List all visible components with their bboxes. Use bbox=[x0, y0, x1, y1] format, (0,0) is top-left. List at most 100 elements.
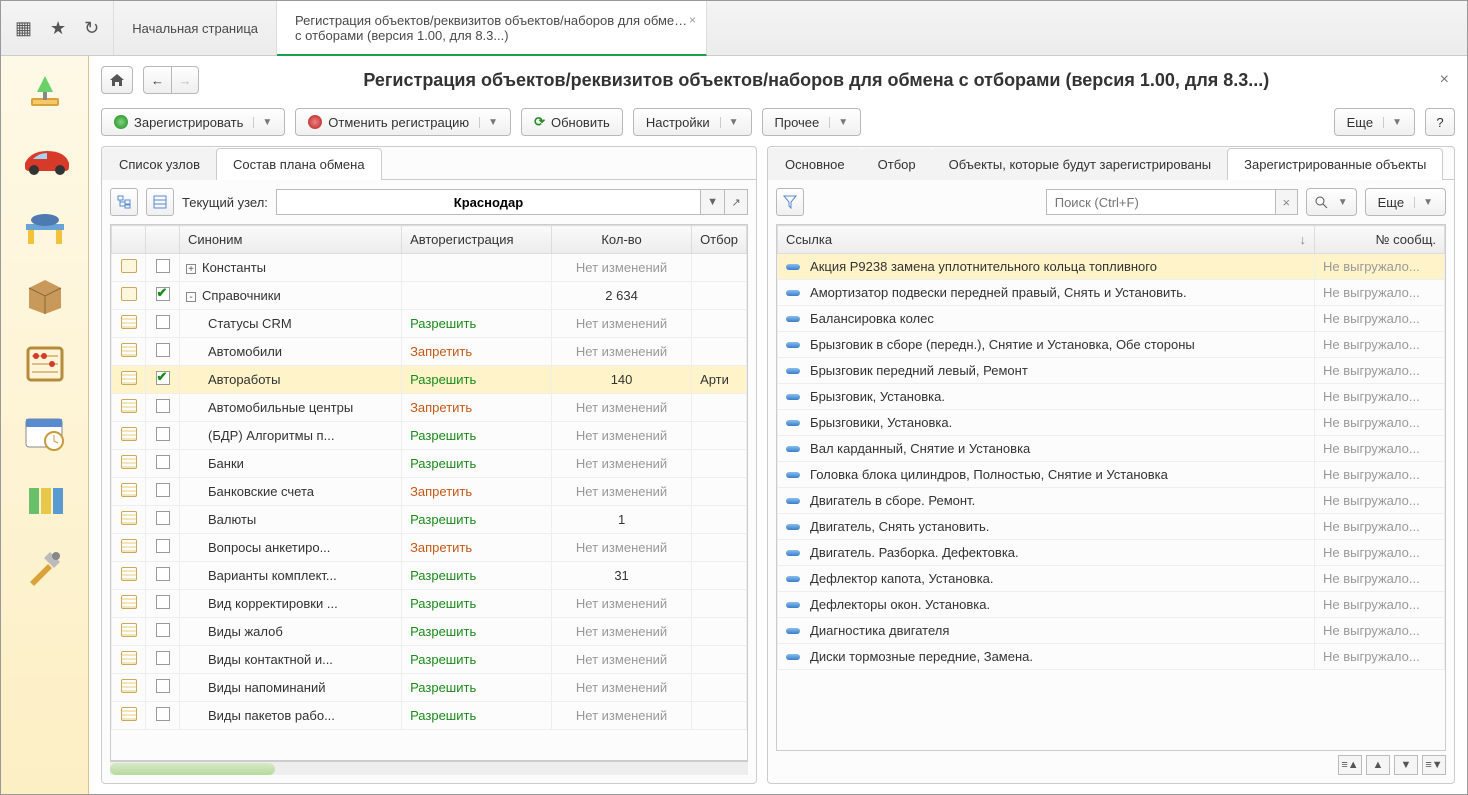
list-item[interactable]: Балансировка колесНе выгружало... bbox=[778, 306, 1445, 332]
tree-icon-button[interactable] bbox=[110, 188, 138, 216]
list-item[interactable]: Диагностика двигателяНе выгружало... bbox=[778, 618, 1445, 644]
table-row[interactable]: БанкиРазрешитьНет изменений bbox=[112, 450, 747, 478]
help-button[interactable]: ? bbox=[1425, 108, 1455, 136]
tab-to-register[interactable]: Объекты, которые будут зарегистрированы bbox=[932, 148, 1229, 180]
window-tab-active[interactable]: Регистрация объектов/реквизитов объектов… bbox=[277, 1, 707, 56]
page-down-button[interactable]: ▼ bbox=[1394, 755, 1418, 775]
list-item[interactable]: Брызговик в сборе (передн.), Снятие и Ус… bbox=[778, 332, 1445, 358]
table-row[interactable]: Виды пакетов рабо...РазрешитьНет изменен… bbox=[112, 702, 747, 730]
chevron-down-icon[interactable]: ▼ bbox=[1414, 197, 1433, 208]
table-row[interactable]: АвтоработыРазрешить140Арти bbox=[112, 366, 747, 394]
list-item[interactable]: Вал карданный, Снятие и УстановкаНе выгр… bbox=[778, 436, 1445, 462]
current-node-input[interactable] bbox=[276, 189, 700, 215]
page-first-button[interactable]: ≡▲ bbox=[1338, 755, 1362, 775]
col-msg[interactable]: № сообщ. bbox=[1315, 226, 1445, 254]
close-page-icon[interactable]: × bbox=[1434, 71, 1455, 89]
register-button[interactable]: Зарегистрировать ▼ bbox=[101, 108, 285, 136]
list-item[interactable]: Акция Р9238 замена уплотнительного кольц… bbox=[778, 254, 1445, 280]
chevron-down-icon[interactable]: ▼ bbox=[1383, 117, 1402, 128]
list-item[interactable]: Двигатель, Снять установить.Не выгружало… bbox=[778, 514, 1445, 540]
settings-button[interactable]: Настройки ▼ bbox=[633, 108, 752, 136]
search-menu-button[interactable]: ▼ bbox=[1306, 188, 1357, 216]
left-table-wrap[interactable]: Синоним Авторегистрация Кол-во Отбор +Ко… bbox=[110, 224, 748, 761]
list-item[interactable]: Амортизатор подвески передней правый, Сн… bbox=[778, 280, 1445, 306]
list-item[interactable]: Брызговик, Установка.Не выгружало... bbox=[778, 384, 1445, 410]
table-row[interactable]: Автомобильные центрыЗапретитьНет изменен… bbox=[112, 394, 747, 422]
clear-search-icon[interactable]: × bbox=[1276, 189, 1298, 215]
table-row[interactable]: Виды контактной и...РазрешитьНет изменен… bbox=[112, 646, 747, 674]
row-checkbox[interactable] bbox=[156, 259, 170, 273]
row-checkbox[interactable] bbox=[156, 399, 170, 413]
list-item[interactable]: Двигатель в сборе. Ремонт.Не выгружало..… bbox=[778, 488, 1445, 514]
col-link[interactable]: Ссылка↓ bbox=[778, 226, 1315, 254]
list-item[interactable]: Брызговики, Установка.Не выгружало... bbox=[778, 410, 1445, 436]
section-car-icon[interactable] bbox=[21, 138, 69, 182]
right-more-button[interactable]: Еще ▼ bbox=[1365, 188, 1446, 216]
table-row[interactable]: АвтомобилиЗапретитьНет изменений bbox=[112, 338, 747, 366]
back-button[interactable]: ← bbox=[143, 66, 171, 94]
star-icon[interactable]: ★ bbox=[50, 18, 66, 39]
row-checkbox[interactable] bbox=[156, 343, 170, 357]
chevron-down-icon[interactable]: ▼ bbox=[253, 117, 272, 128]
table-row[interactable]: Банковские счетаЗапретитьНет изменений bbox=[112, 478, 747, 506]
section-abacus-icon[interactable] bbox=[21, 342, 69, 386]
apps-grid-icon[interactable]: ▦ bbox=[15, 18, 32, 39]
table-row[interactable]: Вид корректировки ...РазрешитьНет измене… bbox=[112, 590, 747, 618]
section-tools-icon[interactable] bbox=[21, 546, 69, 590]
row-checkbox[interactable] bbox=[156, 679, 170, 693]
more-button[interactable]: Еще ▼ bbox=[1334, 108, 1415, 136]
row-checkbox[interactable] bbox=[156, 623, 170, 637]
other-button[interactable]: Прочее ▼ bbox=[762, 108, 862, 136]
close-tab-icon[interactable]: × bbox=[689, 13, 696, 27]
col-autoreg[interactable]: Авторегистрация bbox=[402, 226, 552, 254]
forward-button[interactable]: → bbox=[171, 66, 199, 94]
section-lift-icon[interactable] bbox=[21, 206, 69, 250]
tab-nodes-list[interactable]: Список узлов bbox=[102, 148, 217, 180]
open-icon[interactable]: ↗ bbox=[724, 189, 748, 215]
section-box-icon[interactable] bbox=[21, 274, 69, 318]
tree-toggle-icon[interactable]: + bbox=[186, 264, 196, 274]
search-input[interactable] bbox=[1046, 189, 1276, 215]
section-desk-icon[interactable] bbox=[21, 70, 69, 114]
list-item[interactable]: Дефлектор капота, Установка.Не выгружало… bbox=[778, 566, 1445, 592]
table-row[interactable]: Варианты комплект...Разрешить31 bbox=[112, 562, 747, 590]
section-calendar-icon[interactable] bbox=[21, 410, 69, 454]
row-checkbox[interactable] bbox=[156, 483, 170, 497]
table-row[interactable]: (БДР) Алгоритмы п...РазрешитьНет изменен… bbox=[112, 422, 747, 450]
history-icon[interactable]: ↻ bbox=[84, 18, 99, 39]
tab-main[interactable]: Основное bbox=[768, 148, 862, 180]
row-checkbox[interactable] bbox=[156, 455, 170, 469]
table-row[interactable]: Вопросы анкетиро...ЗапретитьНет изменени… bbox=[112, 534, 747, 562]
chevron-down-icon[interactable]: ▼ bbox=[720, 117, 739, 128]
row-checkbox[interactable] bbox=[156, 707, 170, 721]
table-row[interactable]: +КонстантыНет изменений bbox=[112, 254, 747, 282]
list-item[interactable]: Дефлекторы окон. Установка.Не выгружало.… bbox=[778, 592, 1445, 618]
row-checkbox[interactable] bbox=[156, 315, 170, 329]
tab-registered[interactable]: Зарегистрированные объекты bbox=[1227, 148, 1443, 180]
row-checkbox[interactable] bbox=[156, 427, 170, 441]
list-item[interactable]: Двигатель. Разборка. Дефектовка.Не выгру… bbox=[778, 540, 1445, 566]
tab-filter[interactable]: Отбор bbox=[861, 148, 933, 180]
list-item[interactable]: Диски тормозные передние, Замена.Не выгр… bbox=[778, 644, 1445, 670]
row-checkbox[interactable] bbox=[156, 371, 170, 385]
horizontal-scrollbar[interactable] bbox=[110, 761, 748, 775]
col-synonym[interactable]: Синоним bbox=[180, 226, 402, 254]
section-folders-icon[interactable] bbox=[21, 478, 69, 522]
table-row[interactable]: Виды жалобРазрешитьНет изменений bbox=[112, 618, 747, 646]
page-up-button[interactable]: ▲ bbox=[1366, 755, 1390, 775]
row-checkbox[interactable] bbox=[156, 651, 170, 665]
row-checkbox[interactable] bbox=[156, 511, 170, 525]
tab-exchange-plan[interactable]: Состав плана обмена bbox=[216, 148, 382, 180]
chevron-down-icon[interactable]: ▼ bbox=[829, 117, 848, 128]
table-row[interactable]: -Справочники2 634 bbox=[112, 282, 747, 310]
window-tab-home[interactable]: Начальная страница bbox=[114, 1, 277, 55]
table-row[interactable]: Виды напоминанийРазрешитьНет изменений bbox=[112, 674, 747, 702]
chevron-down-icon[interactable]: ▼ bbox=[1334, 197, 1348, 208]
table-row[interactable]: ВалютыРазрешить1 bbox=[112, 506, 747, 534]
list-item[interactable]: Брызговик передний левый, РемонтНе выгру… bbox=[778, 358, 1445, 384]
row-checkbox[interactable] bbox=[156, 287, 170, 301]
table-row[interactable]: Статусы CRMРазрешитьНет изменений bbox=[112, 310, 747, 338]
row-checkbox[interactable] bbox=[156, 567, 170, 581]
col-count[interactable]: Кол-во bbox=[552, 226, 692, 254]
chevron-down-icon[interactable]: ▼ bbox=[479, 117, 498, 128]
